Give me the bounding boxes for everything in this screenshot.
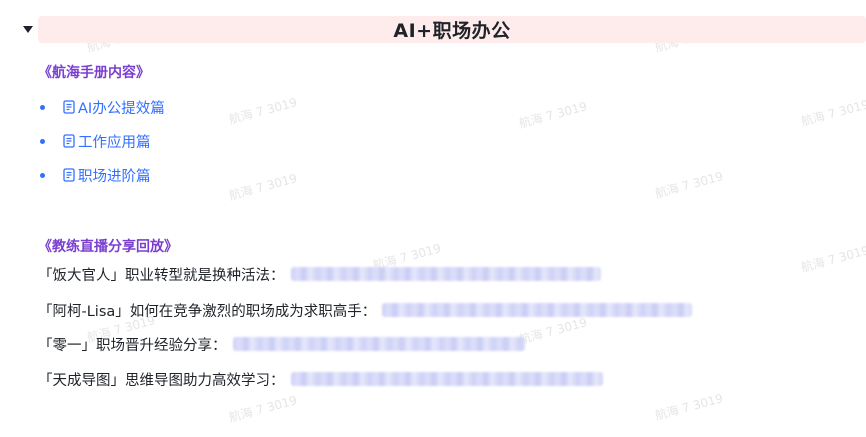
list-item: AI办公提效篇 xyxy=(38,90,165,124)
redacted-link[interactable] xyxy=(290,267,601,281)
doc-link-label: 工作应用篇 xyxy=(78,134,151,151)
doc-link-career-advance[interactable]: 职场进阶篇 xyxy=(62,165,151,186)
page-title: AI+职场办公 xyxy=(393,20,511,42)
replays-section-title: 《教练直播分享回放》 xyxy=(38,239,178,255)
watermark: 航海 7 3019 xyxy=(653,391,725,423)
doc-link-label: AI办公提效篇 xyxy=(78,100,165,117)
replay-item: 「阿柯-Lisa」如何在竞争激烈的职场成为求职高手： xyxy=(38,298,693,322)
watermark: 航海 7 3019 xyxy=(799,243,866,275)
watermark: 航海 7 3019 xyxy=(227,171,299,203)
bullet-dot xyxy=(40,172,45,178)
handbook-section-title: 《航海手册内容》 xyxy=(38,65,150,81)
list-item: 职场进阶篇 xyxy=(38,158,165,192)
caret-down-icon[interactable] xyxy=(22,24,34,36)
list-item: 工作应用篇 xyxy=(38,124,165,158)
doc-link-work-application[interactable]: 工作应用篇 xyxy=(62,131,151,152)
doc-link-label: 职场进阶篇 xyxy=(78,168,151,185)
bullet-dot xyxy=(40,138,45,144)
watermark: 航海 7 3019 xyxy=(517,99,589,131)
document-page: 航海 7 3019 航海 7 3019 航海 7 3019 航海 7 3019 … xyxy=(0,0,866,437)
doc-icon xyxy=(63,168,75,182)
replay-item-text: 「天成导图」思维导图助力高效学习： xyxy=(38,372,285,389)
doc-link-ai-efficiency[interactable]: AI办公提效篇 xyxy=(62,97,165,118)
replay-item: 「天成导图」思维导图助力高效学习： xyxy=(38,367,603,391)
watermark: 航海 7 3019 xyxy=(227,393,299,425)
doc-icon xyxy=(63,100,75,114)
replay-item: 「零一」职场晋升经验分享： xyxy=(38,332,525,356)
replay-item-text: 「零一」职场晋升经验分享： xyxy=(38,337,227,354)
handbook-list: AI办公提效篇 工作应用篇 职场进阶篇 xyxy=(38,90,165,192)
doc-icon xyxy=(63,134,75,148)
replay-item: 「饭大官人」职业转型就是换种活法： xyxy=(38,262,601,286)
watermark: 航海 7 3019 xyxy=(799,97,866,129)
watermark: 航海 7 3019 xyxy=(227,95,299,127)
watermark: 航海 7 3019 xyxy=(653,169,725,201)
redacted-link[interactable] xyxy=(232,337,525,351)
replay-item-text: 「阿柯-Lisa」如何在竞争激烈的职场成为求职高手： xyxy=(38,303,377,320)
collapsible-heading: AI+职场办公 xyxy=(22,16,866,43)
redacted-link[interactable] xyxy=(382,303,693,317)
bullet-dot xyxy=(40,104,45,110)
redacted-link[interactable] xyxy=(290,372,603,386)
replay-item-text: 「饭大官人」职业转型就是换种活法： xyxy=(38,267,285,284)
heading-highlight: AI+职场办公 xyxy=(38,16,866,43)
